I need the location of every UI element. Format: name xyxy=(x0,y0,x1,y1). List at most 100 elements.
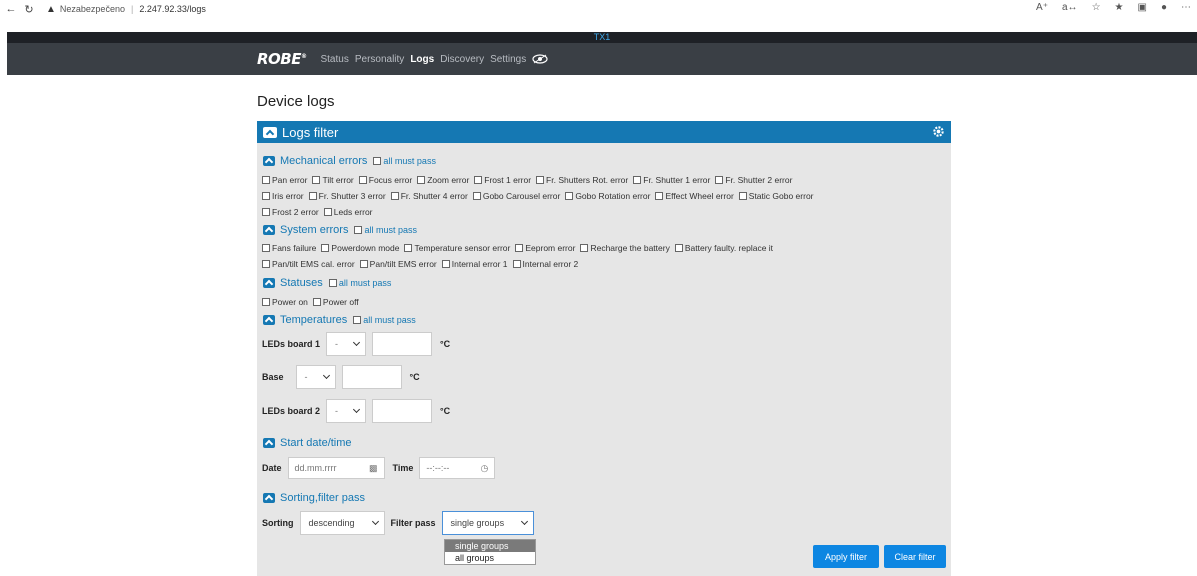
checkbox[interactable] xyxy=(312,176,321,184)
checkbox[interactable] xyxy=(512,260,521,268)
read-aloud-icon[interactable]: A⁺ xyxy=(1036,2,1048,13)
checkbox[interactable] xyxy=(373,157,382,165)
checkbox[interactable] xyxy=(441,260,450,268)
temp-operator-select[interactable]: - xyxy=(326,332,367,356)
checkbox-item[interactable]: Frost 2 error xyxy=(262,207,319,217)
checkbox-item[interactable]: Pan/tilt EMS error xyxy=(359,259,437,269)
clock-icon[interactable]: ◷ xyxy=(481,463,489,474)
nav-settings[interactable]: Settings xyxy=(490,54,526,65)
temperatures-section-title[interactable]: Temperatures all must pass xyxy=(263,314,416,326)
checkbox[interactable] xyxy=(674,244,683,252)
gear-icon[interactable] xyxy=(932,125,945,141)
temp-value-input[interactable] xyxy=(372,399,433,423)
checkbox[interactable] xyxy=(536,176,545,184)
chevron-up-icon[interactable] xyxy=(263,126,277,138)
checkbox-item[interactable]: Gobo Rotation error xyxy=(565,191,650,201)
checkbox-item[interactable]: Gobo Carousel error xyxy=(472,191,560,201)
checkbox-item[interactable]: Fr. Shutters Rot. error xyxy=(536,175,628,185)
nav-personality[interactable]: Personality xyxy=(355,54,404,65)
dropdown-option-single-groups[interactable]: single groups xyxy=(445,540,535,552)
checkbox-item[interactable]: Static Gobo error xyxy=(738,191,814,201)
reload-icon[interactable]: ↻ xyxy=(22,3,36,16)
temperatures-all-must-pass[interactable]: all must pass xyxy=(353,315,416,325)
start-section-title[interactable]: Start date/time xyxy=(263,437,352,449)
time-input[interactable]: --:--:-- ◷ xyxy=(419,457,496,479)
mechanical-section-title[interactable]: Mechanical errors all must pass xyxy=(263,155,436,167)
checkbox-item[interactable]: Internal error 1 xyxy=(441,259,508,269)
nav-logs[interactable]: Logs xyxy=(410,54,434,65)
checkbox[interactable] xyxy=(308,192,317,200)
checkbox-item[interactable]: Effect Wheel error xyxy=(655,191,734,201)
checkbox[interactable] xyxy=(472,192,481,200)
warning-icon[interactable]: ▲ xyxy=(46,4,56,15)
checkbox-item[interactable]: Battery faulty. replace it xyxy=(674,243,773,253)
clear-filter-button[interactable]: Clear filter xyxy=(884,545,946,568)
address-url[interactable]: 2.247.92.33/logs xyxy=(139,4,206,14)
checkbox-item[interactable]: Fr. Shutter 4 error xyxy=(390,191,468,201)
checkbox-item[interactable]: Pan error xyxy=(262,175,307,185)
checkbox[interactable] xyxy=(328,279,337,287)
temp-operator-select[interactable]: - xyxy=(326,399,367,423)
checkbox[interactable] xyxy=(262,192,270,200)
checkbox[interactable] xyxy=(404,244,413,252)
panel-header[interactable]: Logs filter xyxy=(257,121,951,143)
checkbox-item[interactable]: Fr. Shutter 2 error xyxy=(715,175,792,185)
chevron-up-icon[interactable] xyxy=(263,315,275,325)
checkbox[interactable] xyxy=(353,316,362,324)
chevron-up-icon[interactable] xyxy=(263,493,275,503)
checkbox-item[interactable]: Recharge the battery xyxy=(580,243,670,253)
checkbox-item[interactable]: Powerdown mode xyxy=(321,243,399,253)
checkbox-item[interactable]: Leds error xyxy=(323,207,373,217)
nav-discovery[interactable]: Discovery xyxy=(440,54,484,65)
favorites-bar-icon[interactable]: ★ xyxy=(1115,2,1124,13)
checkbox[interactable] xyxy=(738,192,747,200)
system-section-title[interactable]: System errors all must pass xyxy=(263,224,417,236)
checkbox[interactable] xyxy=(262,298,270,306)
checkbox[interactable] xyxy=(354,226,363,234)
nav-status[interactable]: Status xyxy=(320,54,348,65)
checkbox-item[interactable]: Tilt error xyxy=(312,175,354,185)
checkbox[interactable] xyxy=(565,192,574,200)
date-input[interactable]: dd.mm.rrrr ▩ xyxy=(287,457,385,479)
sorting-select[interactable]: descending xyxy=(299,511,385,535)
favorite-icon[interactable]: ☆ xyxy=(1092,2,1101,13)
checkbox-item[interactable]: Temperature sensor error xyxy=(404,243,510,253)
checkbox[interactable] xyxy=(359,260,368,268)
checkbox-item[interactable]: Fr. Shutter 3 error xyxy=(308,191,386,201)
collections-icon[interactable]: ▣ xyxy=(1138,2,1147,13)
chevron-up-icon[interactable] xyxy=(263,156,275,166)
statuses-all-must-pass[interactable]: all must pass xyxy=(328,278,391,288)
more-icon[interactable]: ⋯ xyxy=(1181,2,1191,13)
checkbox-item[interactable]: Pan/tilt EMS cal. error xyxy=(262,259,355,269)
checkbox[interactable] xyxy=(390,192,399,200)
checkbox[interactable] xyxy=(262,176,270,184)
checkbox-item[interactable]: Fr. Shutter 1 error xyxy=(633,175,710,185)
chevron-up-icon[interactable] xyxy=(263,278,275,288)
back-icon[interactable]: ← xyxy=(4,3,18,15)
checkbox[interactable] xyxy=(515,244,524,252)
checkbox-item[interactable]: Focus error xyxy=(358,175,412,185)
checkbox[interactable] xyxy=(262,208,270,216)
temp-operator-select[interactable]: - xyxy=(295,365,336,389)
mechanical-all-must-pass[interactable]: all must pass xyxy=(373,156,436,166)
checkbox[interactable] xyxy=(715,176,724,184)
checkbox-item[interactable]: Fans failure xyxy=(262,243,316,253)
checkbox[interactable] xyxy=(321,244,330,252)
checkbox[interactable] xyxy=(358,176,367,184)
dropdown-option-all-groups[interactable]: all groups xyxy=(445,552,535,564)
chevron-up-icon[interactable] xyxy=(263,225,275,235)
checkbox[interactable] xyxy=(474,176,483,184)
checkbox[interactable] xyxy=(262,260,270,268)
statuses-section-title[interactable]: Statuses all must pass xyxy=(263,277,391,289)
sorting-section-title[interactable]: Sorting,filter pass xyxy=(263,492,365,504)
checkbox[interactable] xyxy=(323,208,332,216)
checkbox[interactable] xyxy=(633,176,642,184)
checkbox-item[interactable]: Eeprom error xyxy=(515,243,575,253)
checkbox[interactable] xyxy=(262,244,270,252)
temp-value-input[interactable] xyxy=(372,332,433,356)
checkbox[interactable] xyxy=(417,176,426,184)
checkbox-item[interactable]: Power off xyxy=(312,297,359,307)
security-label[interactable]: Nezabezpečeno xyxy=(60,4,125,14)
temp-value-input[interactable] xyxy=(341,365,402,389)
chevron-up-icon[interactable] xyxy=(263,438,275,448)
